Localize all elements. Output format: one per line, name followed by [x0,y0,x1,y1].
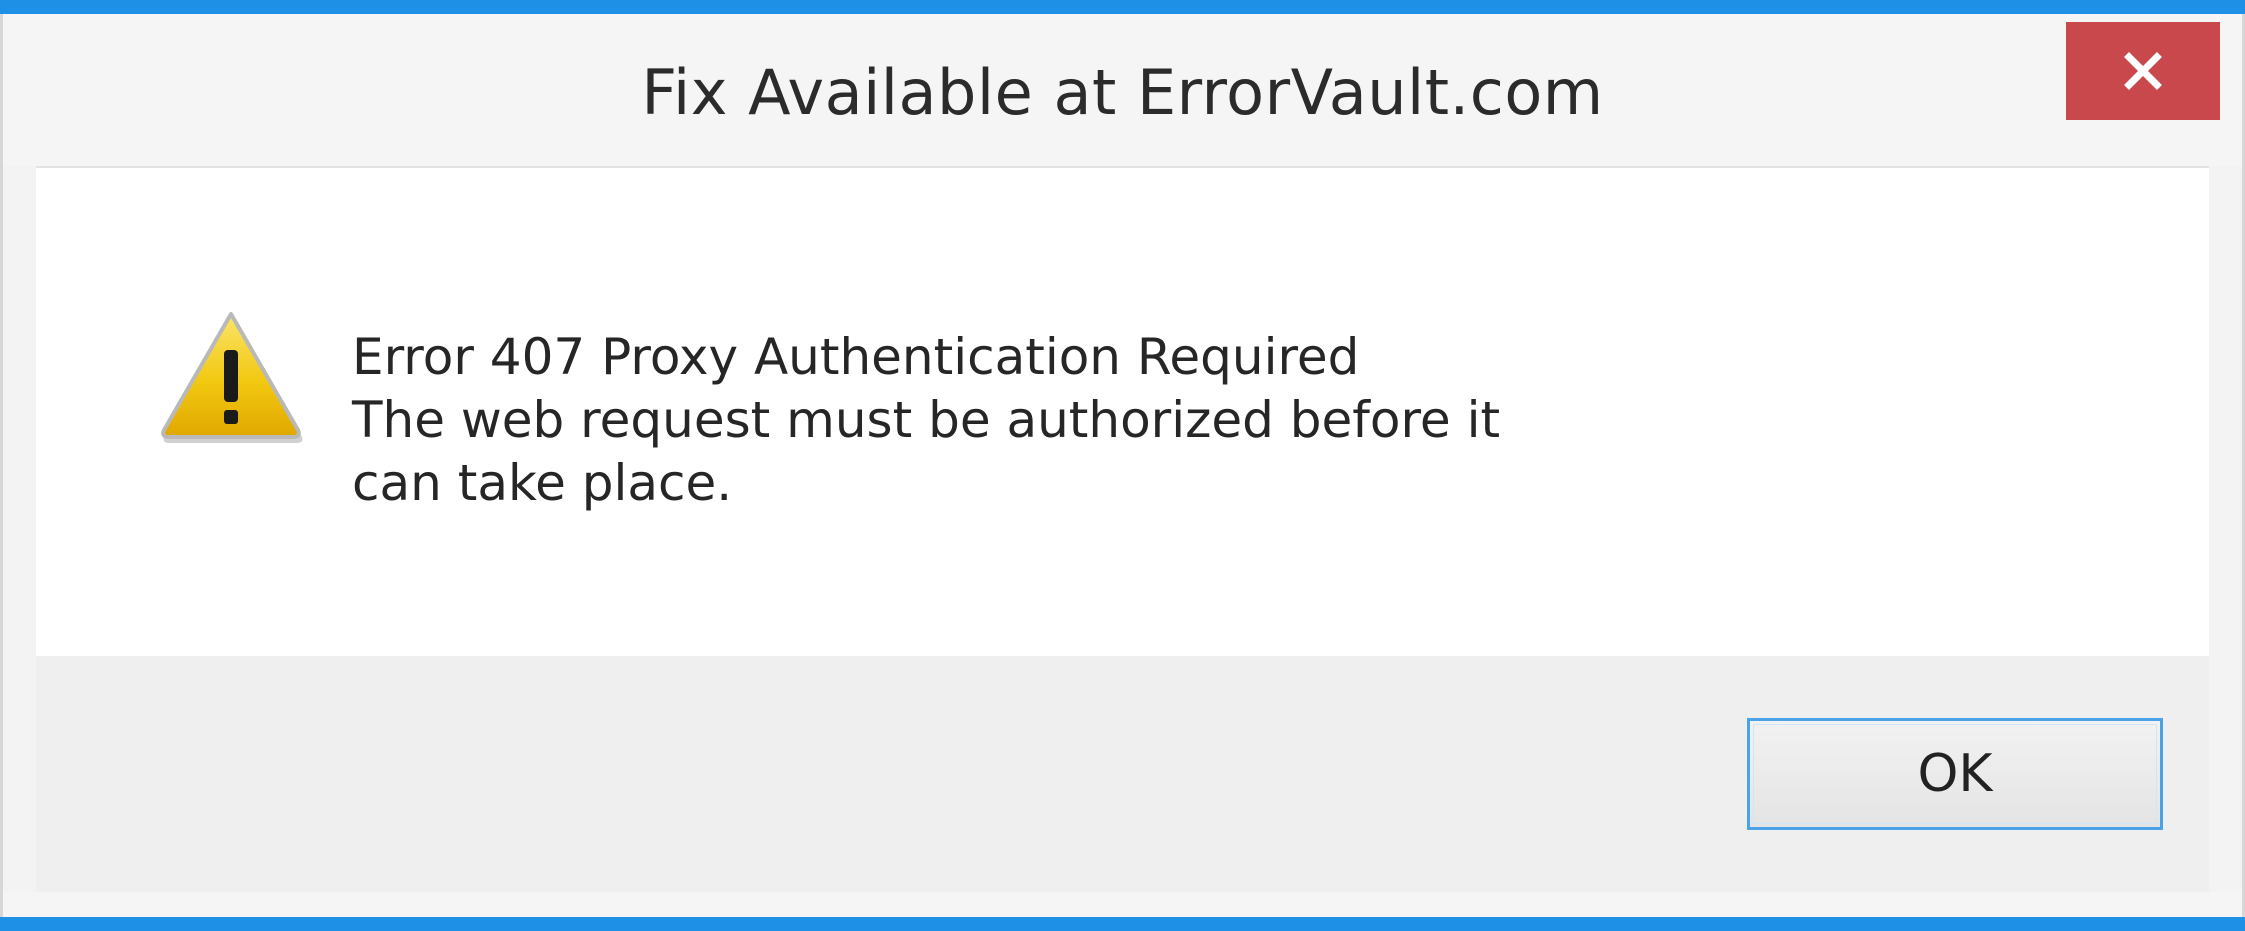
window-frame-bottom [0,917,2245,931]
close-button[interactable] [2066,22,2220,120]
window-frame-top [0,0,2245,14]
close-icon [2124,52,2162,90]
button-bar: OK [36,656,2209,892]
error-message: Error 407 Proxy Authentication Required … [352,326,1500,515]
ok-button[interactable]: OK [1747,718,2163,830]
title-bar[interactable]: Fix Available at ErrorVault.com [3,14,2242,166]
message-line-2: The web request must be authorized befor… [352,391,1501,449]
dialog-window: Fix Available at ErrorVault.com Error 40… [0,14,2245,917]
dialog-title: Fix Available at ErrorVault.com [641,56,1604,129]
message-area: Error 407 Proxy Authentication Required … [36,166,2209,658]
window-bottom-edge [3,892,2242,917]
message-line-1: Error 407 Proxy Authentication Required [352,328,1360,386]
message-line-3: can take place. [352,454,733,512]
warning-icon [156,310,306,446]
